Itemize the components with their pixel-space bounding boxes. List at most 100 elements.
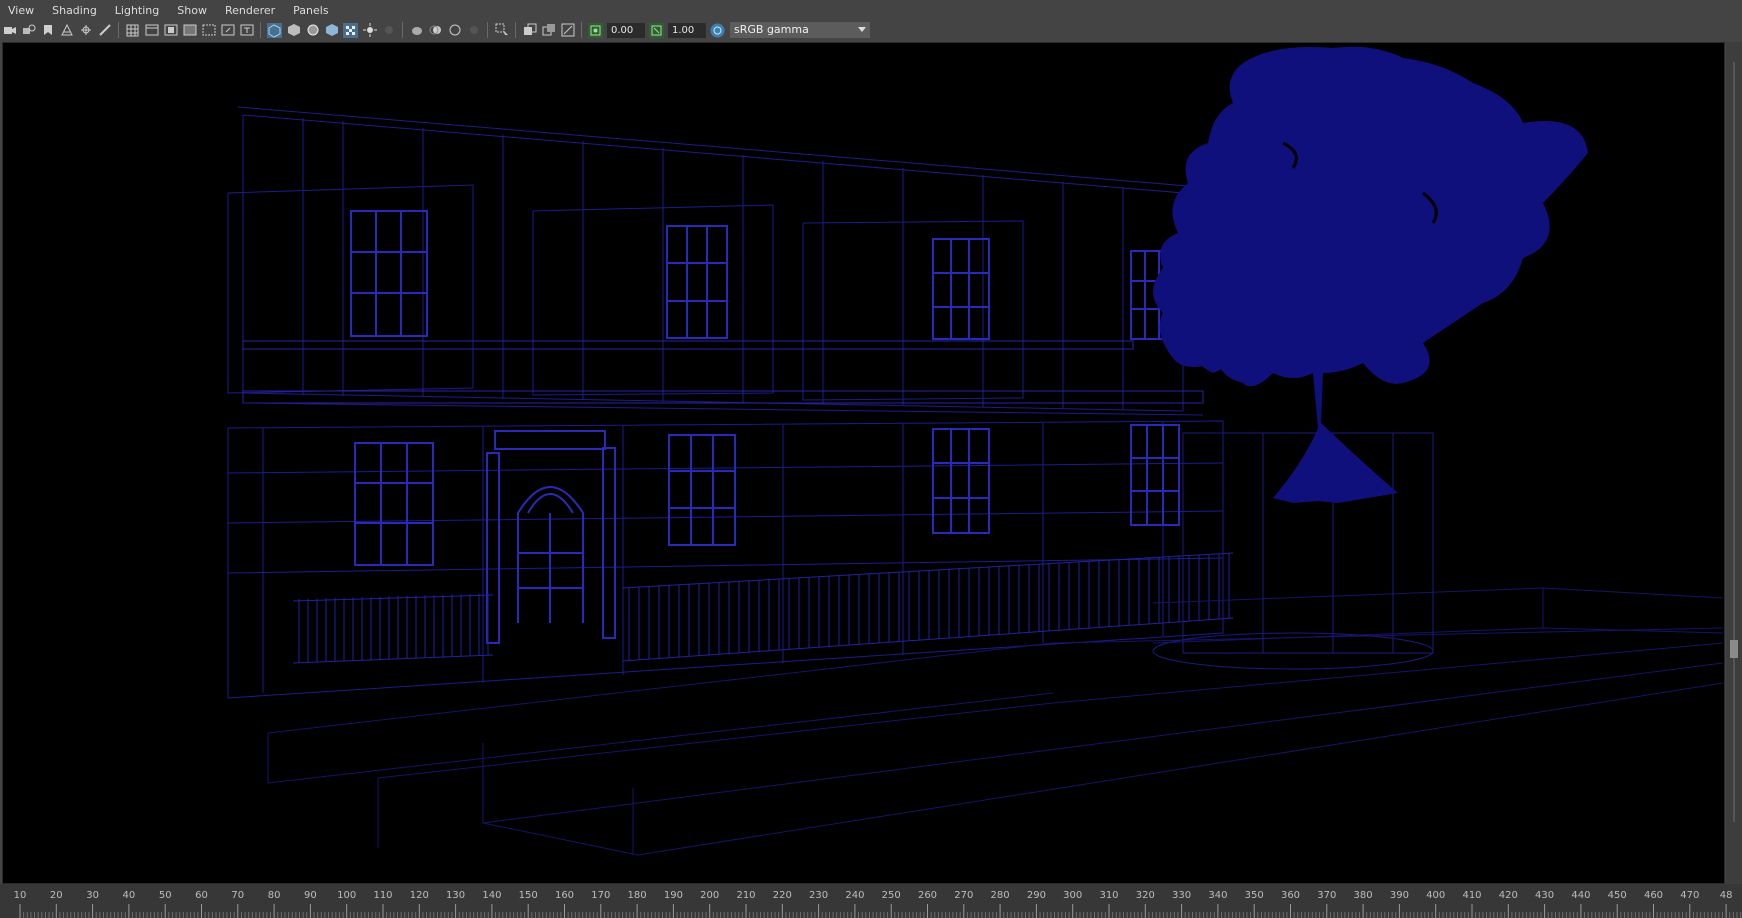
timeline-tick-label: 170: [591, 890, 610, 901]
wireframe-icon[interactable]: [267, 22, 282, 38]
camera-icon[interactable]: [2, 23, 17, 38]
timeline-tick-label: 240: [845, 890, 864, 901]
timeline-tick-label: 400: [1426, 890, 1445, 901]
timeline-tick-label: 50: [159, 890, 172, 901]
timeline-tick-label: 220: [773, 890, 792, 901]
menu-lighting[interactable]: Lighting: [106, 4, 168, 17]
3d-viewport[interactable]: [2, 42, 1725, 884]
separator: [487, 22, 488, 38]
timeline-tick-label: 40: [123, 890, 136, 901]
menu-view[interactable]: View: [0, 4, 43, 17]
timeline-tick-label: 250: [882, 890, 901, 901]
exposure-field[interactable]: 0.00: [607, 22, 645, 38]
timeline-tick-label: 200: [700, 890, 719, 901]
timeline-tick-label: 450: [1608, 890, 1627, 901]
view-transform-value: sRGB gamma: [734, 23, 809, 36]
field-chart-icon[interactable]: [201, 23, 216, 38]
timeline-tick-label: 340: [1208, 890, 1227, 901]
timeline-tick-label: 430: [1535, 890, 1554, 901]
tree-silhouette: [1153, 46, 1588, 503]
safe-title-icon[interactable]: [239, 23, 254, 38]
bookmark-icon[interactable]: [40, 23, 55, 38]
2d-pan-zoom-icon[interactable]: [78, 23, 93, 38]
timeline-tick-label: 10: [14, 890, 27, 901]
safe-action-icon[interactable]: [220, 23, 235, 38]
timeline-tick-label: 360: [1281, 890, 1300, 901]
grease-pencil-icon[interactable]: [97, 23, 112, 38]
wireframe-on-shaded-icon[interactable]: [305, 23, 320, 38]
timeline-tick-label: 440: [1571, 890, 1590, 901]
timeline-tick-label: 230: [809, 890, 828, 901]
gamma-icon[interactable]: [649, 22, 664, 38]
timeline-tick-label: 390: [1390, 890, 1409, 901]
timeline-tick-label: 470: [1680, 890, 1699, 901]
timeline-tick-label: 150: [519, 890, 538, 901]
scrollbar-thumb[interactable]: [1730, 640, 1738, 658]
menu-shading[interactable]: Shading: [43, 4, 106, 17]
camera-attributes-icon[interactable]: [21, 23, 36, 38]
use-default-material-icon[interactable]: [324, 23, 339, 38]
film-gate-icon[interactable]: [144, 23, 159, 38]
resolution-gate-icon[interactable]: [163, 23, 178, 38]
timeline-tick-label: 160: [555, 890, 574, 901]
timeline-tick-label: 290: [1027, 890, 1046, 901]
depth-of-field-icon[interactable]: [466, 23, 481, 38]
menu-renderer[interactable]: Renderer: [216, 4, 284, 17]
motion-blur-icon[interactable]: [428, 23, 443, 38]
smooth-shade-icon[interactable]: [286, 23, 301, 38]
gate-mask-icon[interactable]: [182, 23, 197, 38]
timeline-tick-label: 110: [373, 890, 392, 901]
time-slider[interactable]: 10 20 30 40 50 60 70 80 90 100 110 120 130 140 150 160 1…: [0, 884, 1742, 918]
timeline-tick-label: 30: [86, 890, 99, 901]
gamma-field[interactable]: 1.00: [668, 22, 706, 38]
timeline-tick-label: 370: [1317, 890, 1336, 901]
timeline-tick-label: 330: [1172, 890, 1191, 901]
time-slider-ruler: 10 20 30 40 50 60 70 80 90 100 110 120 130 140 150 160 1…: [14, 890, 1742, 918]
timeline-tick-label: 80: [268, 890, 281, 901]
screen-space-ao-icon[interactable]: [409, 23, 424, 38]
timeline-tick-label: 310: [1099, 890, 1118, 901]
timeline-tick-label: 100: [337, 890, 356, 901]
shadows-icon[interactable]: [381, 23, 396, 38]
timeline-tick-label: 140: [482, 890, 501, 901]
menu-show[interactable]: Show: [168, 4, 216, 17]
isolate-select-icon[interactable]: [494, 23, 509, 38]
timeline-tick-label: 210: [736, 890, 755, 901]
timeline-tick-label: 410: [1462, 890, 1481, 901]
timeline-tick-label: 60: [195, 890, 208, 901]
timeline-tick-label: 280: [991, 890, 1010, 901]
multisample-aa-icon[interactable]: [447, 23, 462, 38]
timeline-tick-label: 130: [446, 890, 465, 901]
color-management-icon[interactable]: [710, 23, 725, 38]
xray-components-icon[interactable]: [560, 23, 575, 38]
separator: [581, 22, 582, 38]
xray-icon[interactable]: [522, 23, 537, 38]
timeline-tick-label: 190: [664, 890, 683, 901]
timeline-tick-label: 380: [1354, 890, 1373, 901]
panel-menubar: View Shading Lighting Show Renderer Pane…: [0, 0, 1742, 20]
chevron-down-icon: [858, 27, 866, 32]
separator: [118, 22, 119, 38]
lighting-icon[interactable]: [362, 23, 377, 38]
timeline-tick-label: 70: [231, 890, 244, 901]
textured-icon[interactable]: [343, 22, 358, 38]
image-plane-icon[interactable]: [59, 23, 74, 38]
timeline-tick-label: 20: [50, 890, 63, 901]
building-parapet: [237, 106, 1189, 187]
view-transform-dropdown[interactable]: sRGB gamma: [730, 22, 870, 38]
timeline-tick-label: 48: [1720, 890, 1733, 901]
timeline-tick-label: 260: [918, 890, 937, 901]
grid-icon[interactable]: [125, 23, 140, 38]
menu-panels[interactable]: Panels: [284, 4, 337, 17]
timeline-tick-label: 90: [304, 890, 317, 901]
xray-joints-icon[interactable]: [541, 23, 556, 38]
scrollbar-track: [1733, 62, 1735, 822]
timeline-tick-label: 180: [628, 890, 647, 901]
timeline-tick-label: 300: [1063, 890, 1082, 901]
timeline-tick-label: 320: [1136, 890, 1155, 901]
viewport-side-scrollbar[interactable]: [1726, 42, 1742, 884]
timeline-tick-label: 460: [1644, 890, 1663, 901]
exposure-icon[interactable]: [588, 22, 603, 38]
timeline-tick-label: 350: [1245, 890, 1264, 901]
panel-toolbar: 0.00 1.00 sRGB gamma: [0, 20, 1742, 40]
